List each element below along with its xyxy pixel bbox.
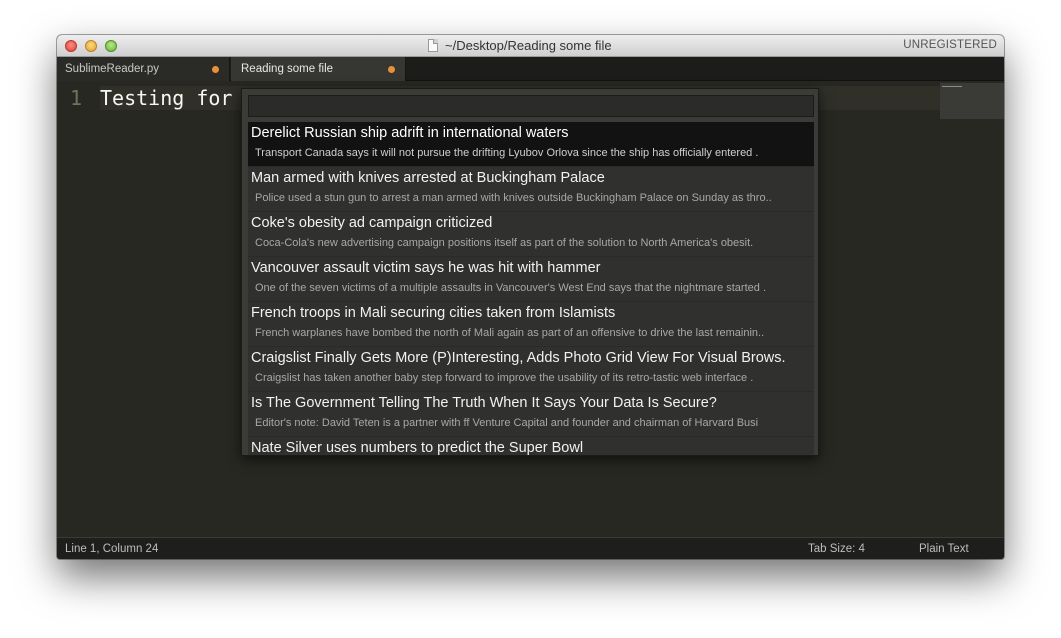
list-item[interactable]: Derelict Russian ship adrift in internat… <box>248 122 814 167</box>
editor-line-text[interactable]: Testing for <box>100 86 232 110</box>
list-item[interactable]: Is The Government Telling The Truth When… <box>248 392 814 437</box>
modified-dot-icon[interactable] <box>388 66 395 73</box>
item-title: Derelict Russian ship adrift in internat… <box>251 125 569 141</box>
item-title: Man armed with knives arrested at Buckin… <box>251 170 605 186</box>
line-number: 1 <box>70 86 83 110</box>
minimize-window-button[interactable] <box>85 40 97 52</box>
item-description: Editor's note: David Teten is a partner … <box>255 417 759 429</box>
item-title: Vancouver assault victim says he was hit… <box>251 260 601 276</box>
quick-panel-results[interactable]: Derelict Russian ship adrift in internat… <box>248 122 814 455</box>
cursor-position: Line 1, Column 24 <box>65 543 159 555</box>
title-bar: ~/Desktop/Reading some file UNREGISTERED <box>57 35 1004 57</box>
unregistered-label: UNREGISTERED <box>903 39 997 51</box>
item-title: Is The Government Telling The Truth When… <box>251 395 717 411</box>
list-item[interactable]: Vancouver assault victim says he was hit… <box>248 257 814 302</box>
list-item[interactable]: Nate Silver uses numbers to predict the … <box>248 437 814 455</box>
list-item[interactable]: French troops in Mali securing cities ta… <box>248 302 814 347</box>
list-item[interactable]: Coke's obesity ad campaign criticized Co… <box>248 212 814 257</box>
item-title: Coke's obesity ad campaign criticized <box>251 215 493 231</box>
item-description: One of the seven victims of a multiple a… <box>255 282 766 294</box>
tab-sublimereader-py[interactable]: SublimeReader.py <box>57 57 230 81</box>
item-description: French warplanes have bombed the north o… <box>255 327 765 339</box>
quick-panel-input[interactable] <box>248 95 814 117</box>
window-title: ~/Desktop/Reading some file <box>445 38 612 53</box>
document-icon <box>428 39 438 52</box>
modified-dot-icon[interactable] <box>212 66 219 73</box>
tab-label: SublimeReader.py <box>65 63 159 75</box>
list-item[interactable]: Man armed with knives arrested at Buckin… <box>248 167 814 212</box>
quick-panel: Derelict Russian ship adrift in internat… <box>241 88 819 456</box>
tab-bar: SublimeReader.py Reading some file <box>57 57 1004 81</box>
item-title: Craigslist Finally Gets More (P)Interest… <box>251 350 786 366</box>
syntax-selector[interactable]: Plain Text <box>919 543 969 555</box>
item-description: Police used a stun gun to arrest a man a… <box>255 192 772 204</box>
item-title: Nate Silver uses numbers to predict the … <box>251 440 584 455</box>
tab-size-selector[interactable]: Tab Size: 4 <box>808 543 865 555</box>
tab-label: Reading some file <box>241 63 334 75</box>
tab-reading-some-file[interactable]: Reading some file <box>231 57 406 81</box>
close-window-button[interactable] <box>65 40 77 52</box>
item-title: French troops in Mali securing cities ta… <box>251 305 616 321</box>
status-bar: Line 1, Column 24 Tab Size: 4 Plain Text <box>57 537 1004 559</box>
item-description: Craigslist has taken another baby step f… <box>255 372 754 384</box>
list-item[interactable]: Craigslist Finally Gets More (P)Interest… <box>248 347 814 392</box>
minimap-line <box>942 86 962 87</box>
item-description: Coca-Cola's new advertising campaign pos… <box>255 237 754 249</box>
zoom-window-button[interactable] <box>105 40 117 52</box>
minimap[interactable] <box>940 83 1004 119</box>
item-description: Transport Canada says it will not pursue… <box>255 147 759 159</box>
